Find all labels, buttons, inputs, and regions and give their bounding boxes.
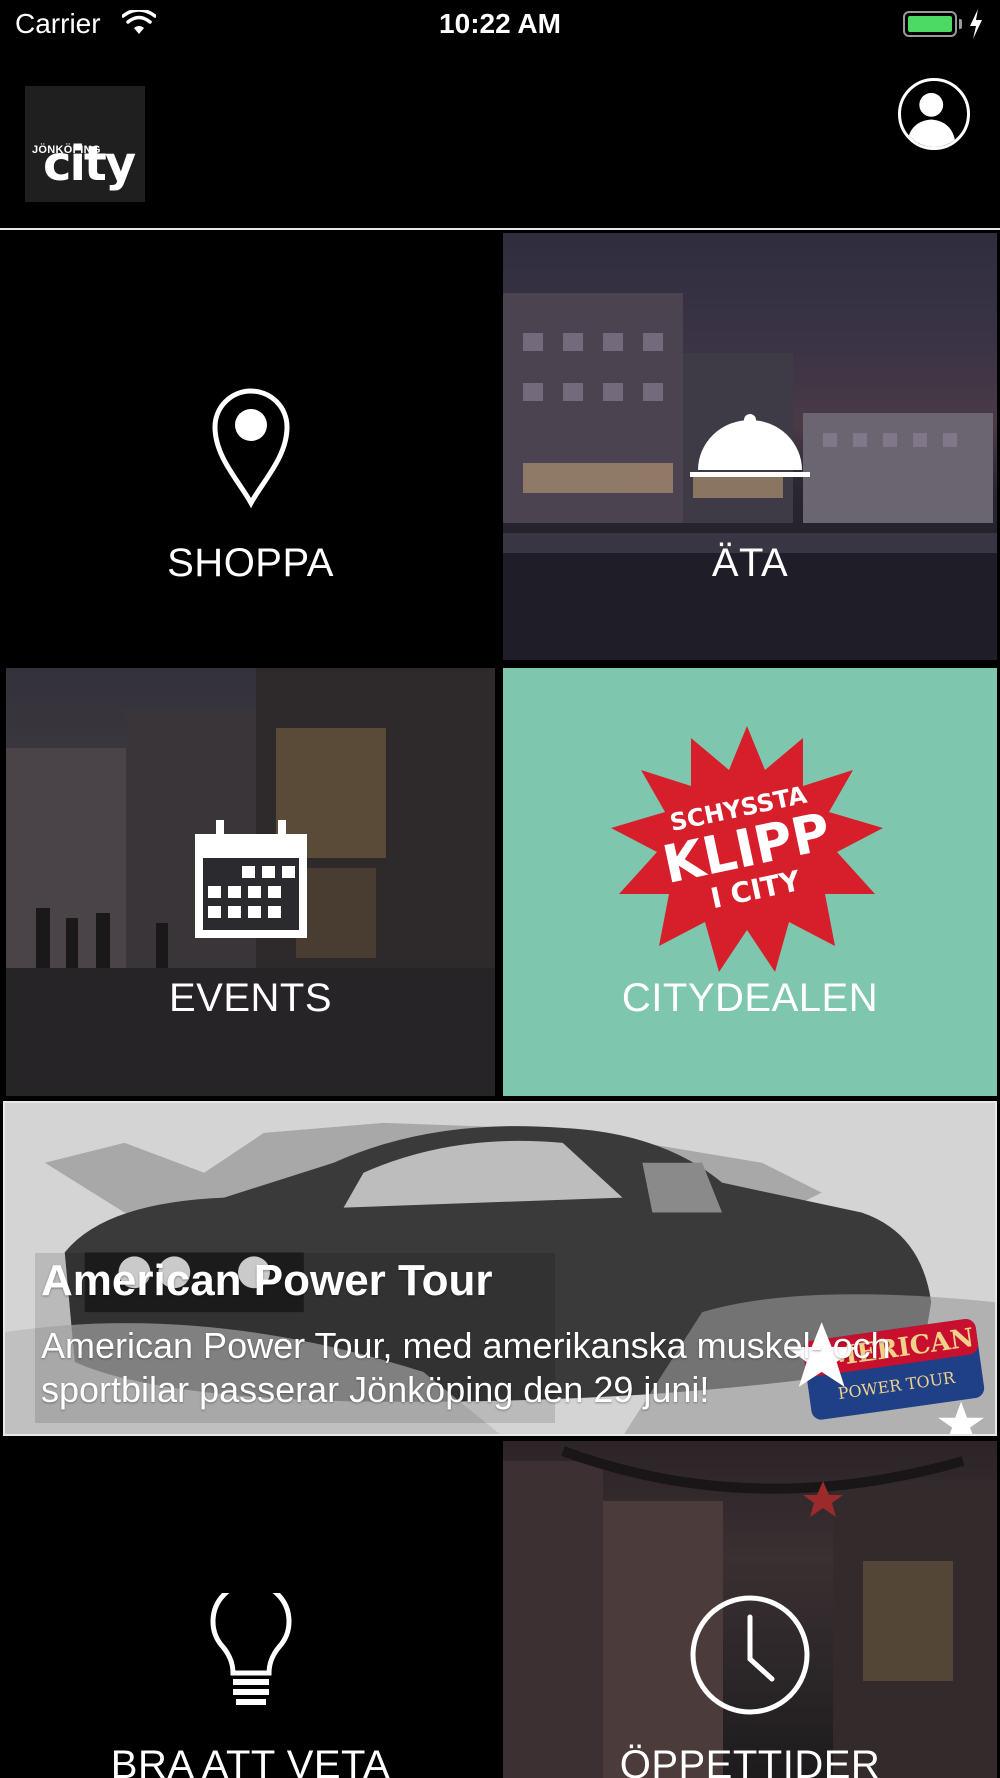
tile-label: ÄTA: [711, 541, 789, 585]
map-pin-icon: [211, 388, 290, 509]
tile-events[interactable]: EVENTS: [6, 668, 495, 1096]
tile-label: CITYDEALEN: [621, 976, 879, 1020]
tile-ata[interactable]: ÄTA: [503, 233, 997, 660]
tile-label: BRA ATT VETA: [110, 1743, 391, 1778]
tile-bra-att-veta[interactable]: BRA ATT VETA: [6, 1441, 495, 1778]
jonkoping-city-logo[interactable]: JÖNKÖPING city: [25, 86, 145, 202]
tile-label: SHOPPA: [167, 541, 334, 585]
status-bar: Carrier 10:22 AM: [0, 0, 1000, 50]
clock-icon: [690, 1595, 810, 1715]
cloche-icon: [690, 414, 810, 477]
profile-button[interactable]: [898, 78, 970, 150]
charging-bolt-icon: [970, 9, 982, 39]
user-avatar-icon: [906, 92, 956, 147]
lightbulb-icon: [210, 1593, 291, 1705]
tile-label: ÖPPETTIDER: [619, 1743, 881, 1778]
tile-citydealen[interactable]: SCHYSSTA KLIPP I CITY CITYDEALEN: [503, 668, 997, 1096]
starburst-badge: SCHYSSTA KLIPP I CITY: [611, 726, 883, 972]
status-time: 10:22 AM: [439, 8, 561, 39]
calendar-icon: [194, 820, 307, 938]
app-header: JÖNKÖPING city: [0, 50, 1000, 230]
battery-icon: [903, 11, 957, 37]
event-title: American Power Tour: [41, 1256, 493, 1305]
tile-oppettider[interactable]: ÖPPETTIDER: [503, 1441, 997, 1778]
event-description: American Power Tour, med amerikanska mus…: [41, 1325, 891, 1410]
tile-label: EVENTS: [168, 976, 333, 1020]
tile-shoppa[interactable]: SHOPPA: [6, 233, 495, 660]
logo-big-text: city: [43, 136, 136, 192]
featured-event-banner[interactable]: AMERICAN POWER TOUR American Power Tour …: [3, 1101, 997, 1436]
